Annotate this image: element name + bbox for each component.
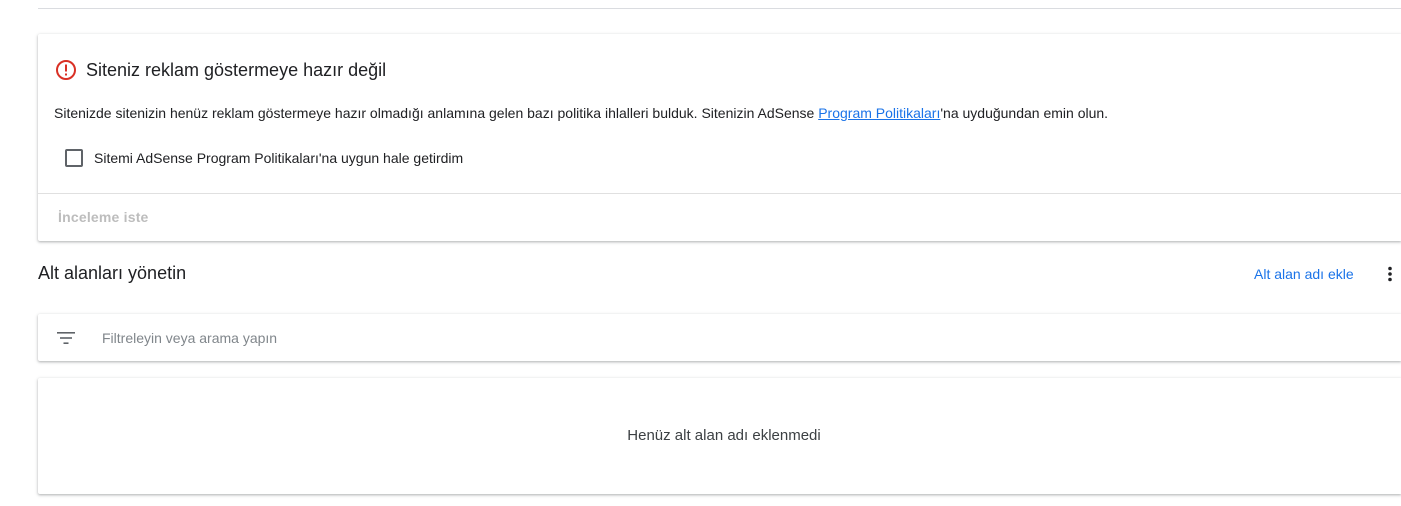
alert-title: Siteniz reklam göstermeye hazır değil [86,59,387,80]
subdomains-list-card: Henüz alt alan adı eklenmedi [38,378,1401,494]
filter-search-input[interactable] [102,326,702,350]
manage-subdomains-heading: Alt alanları yönetin [38,263,187,283]
error-icon [55,59,77,81]
card-divider [38,193,1401,194]
filter-list-icon[interactable] [56,328,76,348]
policy-compliance-checkbox-row[interactable]: Sitemi AdSense Program Politikaları'na u… [65,149,463,167]
top-divider [38,8,1401,9]
site-not-ready-alert-card: Siteniz reklam göstermeye hazır değil Si… [38,34,1401,241]
program-policies-link[interactable]: Program Politikaları [818,105,940,121]
alert-description-text: Sitenizde sitenizin henüz reklam gösterm… [54,105,819,121]
policy-compliance-checkbox-label[interactable]: Sitemi AdSense Program Politikaları'na u… [94,150,463,166]
alert-description: Sitenizde sitenizin henüz reklam gösterm… [54,105,1108,121]
empty-state-message: Henüz alt alan adı eklenmedi [627,427,821,444]
filter-bar [38,314,1401,361]
alert-description-text-end: 'na uyduğundan emin olun. [940,105,1109,121]
add-subdomain-button[interactable]: Alt alan adı ekle [1254,266,1354,282]
alert-header: Siteniz reklam göstermeye hazır değil [55,59,386,81]
policy-compliance-checkbox[interactable] [65,149,83,167]
request-review-button[interactable]: İnceleme iste [58,209,149,225]
more-vert-icon[interactable] [1380,264,1400,284]
